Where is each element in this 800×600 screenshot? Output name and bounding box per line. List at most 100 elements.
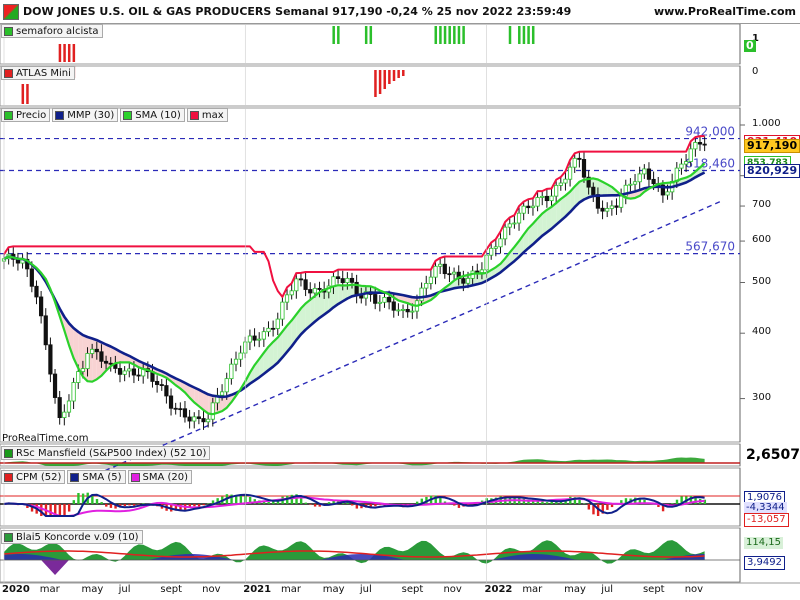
candle-body	[679, 163, 684, 169]
candle-body	[387, 297, 392, 303]
semaforo-bar	[369, 26, 373, 44]
semaforo-bar	[457, 26, 461, 44]
koncorde-label-1: 114,15	[744, 537, 783, 549]
candle-body	[80, 368, 85, 372]
candle-body	[526, 205, 531, 209]
candle-body	[206, 418, 211, 423]
price-tick-label: 500	[752, 275, 772, 287]
x-axis-label: 2021	[243, 584, 272, 595]
semaforo-bar	[453, 26, 456, 44]
candle-body	[516, 212, 522, 224]
legend-swatch	[4, 26, 13, 36]
candle-body	[591, 186, 596, 195]
price-tick-label: 300	[752, 391, 772, 403]
candle-body	[298, 278, 304, 281]
candle-body	[219, 391, 225, 396]
candle-body	[284, 294, 290, 303]
candle-body	[447, 273, 452, 276]
legend-item-sma[interactable]: SMA (10)	[120, 108, 185, 122]
cpm-bar	[123, 504, 127, 507]
legend-price: Precio MMP (30) SMA (10) max	[1, 108, 230, 122]
cpm-bar	[197, 504, 201, 507]
legend-item[interactable]: Blai5 Koncorde v.09 (10)	[1, 530, 143, 544]
cpm-label-3: -13,057	[744, 513, 789, 527]
legend-label: SMA (5)	[82, 471, 122, 483]
candle-body	[572, 157, 577, 168]
semaforo-bar	[434, 26, 438, 44]
legend-rsc: RSc Mansfield (S&P500 Index) (52 10)	[1, 446, 212, 460]
chart-canvas[interactable]: 942,000818,460567,670	[0, 0, 800, 600]
legend-item-sma5[interactable]: SMA (5)	[67, 470, 126, 484]
candle-body	[628, 183, 633, 186]
legend-item[interactable]: RSc Mansfield (S&P500 Index) (52 10)	[1, 446, 211, 460]
candle-body	[683, 161, 689, 165]
cpm-bar	[453, 504, 456, 506]
candle-body	[103, 360, 109, 364]
atlas-bar	[392, 70, 396, 81]
semaforo-bar	[448, 26, 451, 44]
legend-item[interactable]: ATLAS Mini	[1, 66, 75, 80]
candle-body	[688, 148, 693, 162]
legend-item[interactable]: semaforo alcista	[1, 24, 103, 38]
cpm-bar	[128, 504, 131, 506]
candle-body	[373, 294, 378, 304]
legend-swatch	[123, 110, 133, 120]
candle-body	[85, 353, 90, 370]
candle-body	[577, 157, 582, 160]
legend-item-mmp[interactable]: MMP (30)	[52, 108, 119, 122]
candle-body	[43, 315, 48, 346]
cpm-bar	[374, 504, 377, 507]
candle-body	[619, 195, 624, 208]
candle-body	[127, 368, 132, 372]
panel-frame	[0, 65, 741, 107]
candle-body	[558, 182, 563, 186]
x-axis-label: sept	[160, 584, 183, 595]
x-axis-label: may	[322, 584, 345, 595]
ma-fill-segment	[92, 338, 97, 382]
atlas-bar	[397, 70, 400, 78]
candle-body	[159, 384, 164, 386]
semaforo-value-badge: 0	[744, 39, 756, 52]
cpm-bar	[267, 502, 270, 504]
candle-body	[76, 371, 81, 383]
candle-body	[493, 246, 498, 249]
candle-body	[349, 277, 355, 283]
candle-body	[196, 416, 201, 419]
candle-body	[122, 370, 127, 375]
candle-body	[521, 205, 526, 214]
candle-body	[247, 335, 253, 343]
candle-body	[275, 318, 280, 329]
candle-body	[71, 382, 76, 402]
cpm-bar	[587, 504, 591, 510]
candle-body	[303, 279, 308, 290]
candle-body	[410, 310, 415, 313]
legend-item-sma20[interactable]: SMA (20)	[127, 470, 193, 484]
cpm-bar	[327, 502, 331, 504]
candle-body	[331, 276, 336, 287]
candle-body	[438, 263, 443, 267]
atlas-bar	[402, 70, 405, 76]
x-axis-label: 2020	[2, 584, 30, 595]
candle-body	[503, 226, 508, 240]
candle-body	[136, 374, 141, 377]
candle-body	[567, 166, 573, 180]
legend-item-precio[interactable]: Precio	[1, 108, 51, 122]
candle-body	[57, 397, 62, 418]
copyright-label: ProRealTime.com	[2, 433, 89, 444]
semaforo-bar	[364, 26, 368, 44]
cpm-bar	[63, 504, 66, 516]
legend-label: ATLAS Mini	[16, 67, 71, 79]
legend-item-cpm[interactable]: CPM (52)	[1, 470, 66, 484]
atlas-bar	[374, 70, 377, 97]
candle-body	[168, 395, 174, 409]
legend-item-max[interactable]: max	[186, 108, 228, 122]
price-tick-label: 600	[752, 234, 772, 246]
candle-body	[34, 285, 39, 298]
candle-body	[266, 327, 271, 333]
cpm-bar	[351, 504, 354, 506]
cpm-bar	[545, 502, 549, 504]
legend-swatch	[70, 472, 80, 482]
x-axis-label: jul	[359, 584, 372, 595]
candle-body	[131, 368, 137, 376]
cpm-bar	[77, 492, 80, 504]
